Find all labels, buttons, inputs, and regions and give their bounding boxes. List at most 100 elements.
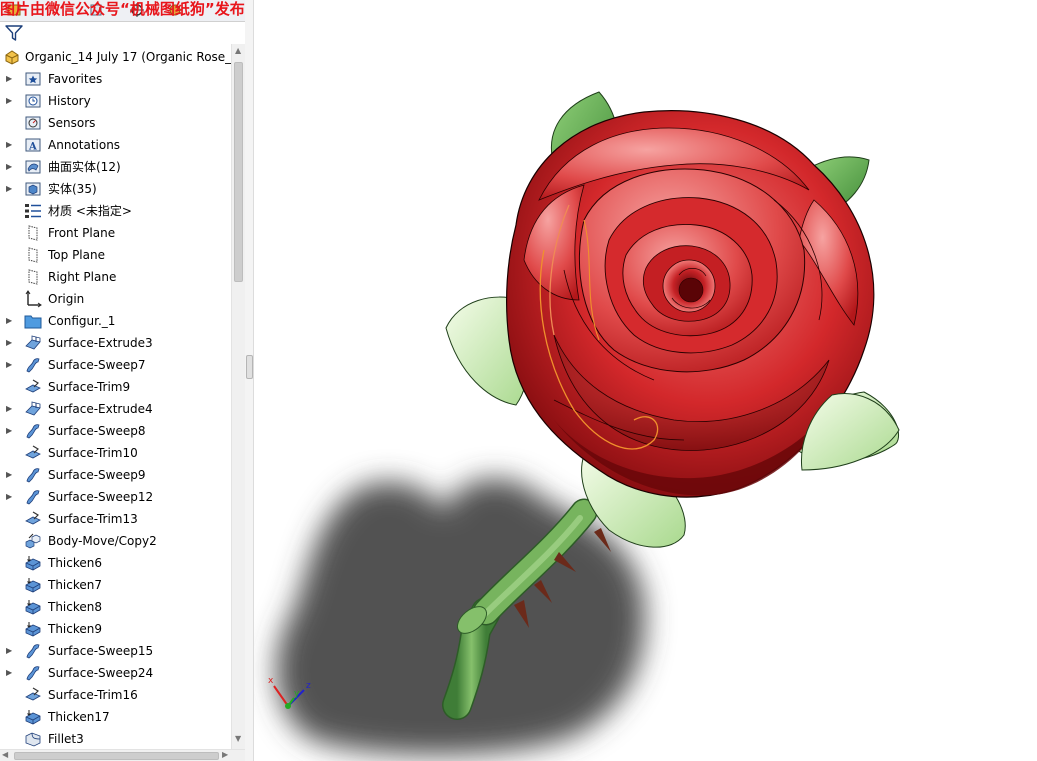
surface-trim-icon [24, 686, 42, 704]
thicken-icon [24, 554, 42, 572]
expand-arrow-icon[interactable]: ▶ [6, 360, 14, 370]
tree-item[interactable]: ▶ Surface-Sweep15 [0, 640, 231, 662]
tree-item[interactable]: ▶ Surface-Sweep8 [0, 420, 231, 442]
expand-arrow-icon[interactable]: ▶ [6, 426, 14, 436]
tree-item[interactable]: ▶ History [0, 90, 231, 112]
tree-item-label: Surface-Sweep7 [48, 358, 146, 372]
tree-item-label: Right Plane [48, 270, 117, 284]
tree-item-label: Thicken6 [48, 556, 103, 570]
fillet-icon [24, 730, 42, 748]
solidworks-window: Organic_14 July 17 (Organic Rose_ ▶ Favor… [0, 0, 1037, 761]
tree-item[interactable]: ▶ 实体(35) [0, 178, 231, 200]
panel-splitter[interactable] [245, 0, 254, 761]
tree-item[interactable]: ▶ Surface-Sweep12 [0, 486, 231, 508]
tree-item[interactable]: ▶ Favorites [0, 68, 231, 90]
tree-item[interactable]: ▶ Surface-Extrude4 [0, 398, 231, 420]
scroll-left-arrow-icon[interactable]: ◀ [2, 750, 8, 759]
expand-arrow-icon[interactable]: ▶ [6, 492, 14, 502]
expand-arrow-icon[interactable]: ▶ [6, 184, 14, 194]
tree-item[interactable]: Front Plane [0, 222, 231, 244]
expand-arrow-icon[interactable]: ▶ [6, 162, 14, 172]
tree-item[interactable]: ▶ Configur._1 [0, 310, 231, 332]
feature-tree: Organic_14 July 17 (Organic Rose_ ▶ Favor… [0, 44, 231, 749]
surface-bodies-folder-icon [24, 158, 42, 176]
tree-item[interactable]: Surface-Trim16 [0, 684, 231, 706]
part-icon [5, 50, 19, 65]
surface-sweep-icon [24, 664, 42, 682]
tree-item-label: History [48, 94, 91, 108]
expand-arrow-icon[interactable]: ▶ [6, 338, 14, 348]
tree-item-label: Front Plane [48, 226, 116, 240]
tree-item[interactable]: 材质 <未指定> [0, 200, 231, 222]
filter-icon[interactable] [4, 24, 24, 42]
triad-z-label: z [306, 681, 311, 691]
tree-item-label: 材质 <未指定> [48, 204, 132, 218]
tree-root-label: Organic_14 July 17 (Organic Rose_ [25, 50, 231, 64]
scroll-up-arrow-icon[interactable]: ▲ [235, 46, 241, 55]
tree-item-label: Surface-Extrude4 [48, 402, 153, 416]
watermark-text: 图片由微信公众号“机械图纸狗”发布 [0, 0, 245, 18]
scroll-down-arrow-icon[interactable]: ▼ [235, 734, 241, 743]
body-move-copy-icon [24, 532, 42, 550]
tree-item-label: Surface-Sweep8 [48, 424, 146, 438]
surface-trim-icon [24, 444, 42, 462]
tree-item[interactable]: Thicken17 [0, 706, 231, 728]
surface-extrude-icon [24, 334, 42, 352]
expand-arrow-icon[interactable]: ▶ [6, 470, 14, 480]
expand-arrow-icon[interactable]: ▶ [6, 646, 14, 656]
graphics-viewport[interactable]: x z y [254, 0, 1037, 761]
tree-item[interactable]: ▶ Surface-Sweep9 [0, 464, 231, 486]
surface-trim-icon [24, 378, 42, 396]
tree-root-part[interactable]: Organic_14 July 17 (Organic Rose_ [0, 46, 231, 68]
tree-item[interactable]: Top Plane [0, 244, 231, 266]
tree-item-label: Surface-Trim16 [48, 688, 138, 702]
tree-item[interactable]: Thicken6 [0, 552, 231, 574]
tree-item[interactable]: Thicken9 [0, 618, 231, 640]
expand-arrow-icon[interactable]: ▶ [6, 404, 14, 414]
scroll-right-arrow-icon[interactable]: ▶ [222, 750, 228, 759]
tree-item[interactable]: Surface-Trim13 [0, 508, 231, 530]
tree-item-label: 曲面实体(12) [48, 160, 121, 174]
expand-arrow-icon[interactable]: ▶ [6, 140, 14, 150]
rose-model-scene: x z y [268, 91, 900, 755]
vertical-scrollbar[interactable]: ▲ ▼ [231, 44, 245, 749]
tree-item[interactable]: ▶ A Annotations [0, 134, 231, 156]
expand-arrow-icon[interactable]: ▶ [6, 74, 14, 84]
tree-item-label: Origin [48, 292, 85, 306]
tree-item[interactable]: Surface-Trim9 [0, 376, 231, 398]
tree-item[interactable]: ▶ Surface-Sweep24 [0, 662, 231, 684]
tree-item[interactable]: Sensors [0, 112, 231, 134]
tree-item-label: Thicken9 [48, 622, 103, 636]
tree-item[interactable]: Fillet3 [0, 728, 231, 749]
expand-arrow-icon[interactable]: ▶ [6, 668, 14, 678]
horizontal-scrollbar[interactable]: ◀ ▶ [0, 749, 245, 761]
tree-item-label: 实体(35) [48, 182, 97, 196]
tree-item[interactable]: Body-Move/Copy2 [0, 530, 231, 552]
tree-item[interactable]: Surface-Trim10 [0, 442, 231, 464]
tree-item[interactable]: ▶ 曲面实体(12) [0, 156, 231, 178]
tree-item-label: Configur._1 [48, 314, 116, 328]
expand-arrow-icon[interactable]: ▶ [6, 96, 14, 106]
splitter-grip-handle[interactable] [246, 355, 253, 379]
tree-item[interactable]: Thicken8 [0, 596, 231, 618]
surface-sweep-icon [24, 422, 42, 440]
plane-icon [24, 246, 42, 264]
horizontal-scroll-thumb[interactable] [14, 752, 219, 760]
surface-sweep-icon [24, 488, 42, 506]
tree-item[interactable]: Right Plane [0, 266, 231, 288]
tree-item-label: Body-Move/Copy2 [48, 534, 157, 548]
tree-item-label: Surface-Trim9 [48, 380, 131, 394]
vertical-scroll-thumb[interactable] [234, 62, 243, 282]
tree-item[interactable]: ▶ Surface-Sweep7 [0, 354, 231, 376]
tree-item-label: Surface-Sweep9 [48, 468, 146, 482]
tree-item-label: Thicken8 [48, 600, 103, 614]
feature-manager-panel: Organic_14 July 17 (Organic Rose_ ▶ Favor… [0, 0, 245, 761]
tree-item-label: Thicken17 [48, 710, 110, 724]
tree-item-label: Surface-Sweep12 [48, 490, 154, 504]
expand-arrow-icon[interactable]: ▶ [6, 316, 14, 326]
tree-item[interactable]: Origin [0, 288, 231, 310]
tree-item[interactable]: Thicken7 [0, 574, 231, 596]
surface-trim-icon [24, 510, 42, 528]
tree-item[interactable]: ▶ Surface-Extrude3 [0, 332, 231, 354]
surface-sweep-icon [24, 466, 42, 484]
